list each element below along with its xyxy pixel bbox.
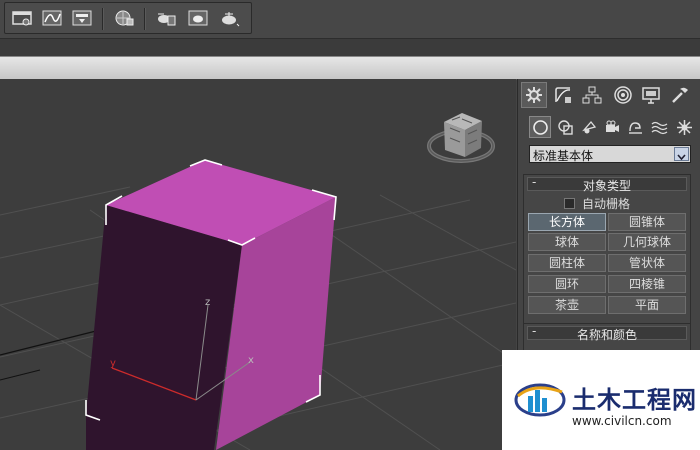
curve-editor-icon[interactable]: [39, 6, 65, 30]
create-tab-icon[interactable]: [521, 82, 547, 108]
sphere-button[interactable]: 球体: [528, 233, 606, 251]
cylinder-button[interactable]: 圆柱体: [528, 254, 606, 272]
tube-button[interactable]: 管状体: [608, 254, 686, 272]
object-type-rollout: - 对象类型 自动栅格 长方体 圆锥体 球体 几何球体 圆柱体 管状体 圆环 四…: [523, 174, 691, 325]
motion-tab-icon[interactable]: [610, 82, 636, 108]
watermark-logo: 土木工程网 www.civilcn.com: [502, 350, 700, 450]
main-toolbar: [0, 0, 700, 39]
cone-button[interactable]: 圆锥体: [608, 213, 686, 231]
object-type-title: 对象类型: [582, 179, 631, 193]
category-dropdown[interactable]: 标准基本体: [529, 145, 691, 163]
cameras-icon[interactable]: [601, 116, 623, 138]
viewport-canvas: y z x: [0, 113, 516, 450]
helpers-icon[interactable]: [624, 116, 646, 138]
autogrid-checkbox[interactable]: [564, 198, 575, 209]
geometry-icon[interactable]: [529, 116, 551, 138]
autogrid-label: 自动栅格: [582, 197, 631, 211]
rendered-frame-icon[interactable]: [185, 6, 211, 30]
ribbon-bar: [0, 56, 700, 80]
name-color-title: 名称和颜色: [576, 328, 637, 342]
viewcube-icon[interactable]: [427, 113, 495, 163]
box-button[interactable]: 长方体: [528, 213, 606, 231]
lights-icon[interactable]: [578, 116, 600, 138]
object-type-header[interactable]: - 对象类型: [527, 175, 687, 193]
axis-label-x: x: [248, 355, 254, 366]
watermark-title: 土木工程网: [572, 386, 697, 414]
toolbar-separator: [144, 8, 146, 30]
box-front-face: [86, 205, 242, 450]
logo-mark-icon: [514, 383, 566, 417]
hierarchy-tab-icon[interactable]: [579, 82, 605, 108]
torus-button[interactable]: 圆环: [528, 275, 606, 293]
axis-label-y: y: [110, 358, 116, 369]
material-editor-icon[interactable]: [111, 6, 137, 30]
box-object[interactable]: [85, 159, 337, 450]
space-warps-icon[interactable]: [648, 116, 670, 138]
pyramid-button[interactable]: 四棱锥: [608, 275, 686, 293]
utilities-tab-icon[interactable]: [667, 82, 693, 108]
scene-explorer-icon[interactable]: [9, 6, 35, 30]
watermark-url: www.civilcn.com: [572, 414, 672, 428]
systems-icon[interactable]: [673, 116, 695, 138]
name-color-header[interactable]: - 名称和颜色: [527, 324, 687, 342]
geosphere-button[interactable]: 几何球体: [608, 233, 686, 251]
axis-label-z: z: [205, 297, 210, 308]
shapes-icon[interactable]: [554, 116, 576, 138]
render-setup-icon[interactable]: [153, 6, 179, 30]
toolbar-group: [4, 2, 252, 34]
perspective-viewport[interactable]: y z x: [0, 79, 516, 450]
category-dropdown-value: 标准基本体: [533, 149, 594, 163]
schematic-view-icon[interactable]: [69, 6, 95, 30]
chevron-down-icon[interactable]: [674, 147, 689, 161]
teapot-button[interactable]: 茶壶: [528, 296, 606, 314]
plane-button[interactable]: 平面: [608, 296, 686, 314]
modify-tab-icon[interactable]: [550, 82, 576, 108]
toolbar-separator: [102, 8, 104, 30]
toolbar-strip: [0, 39, 700, 56]
display-tab-icon[interactable]: [638, 82, 664, 108]
render-icon[interactable]: [217, 6, 243, 30]
